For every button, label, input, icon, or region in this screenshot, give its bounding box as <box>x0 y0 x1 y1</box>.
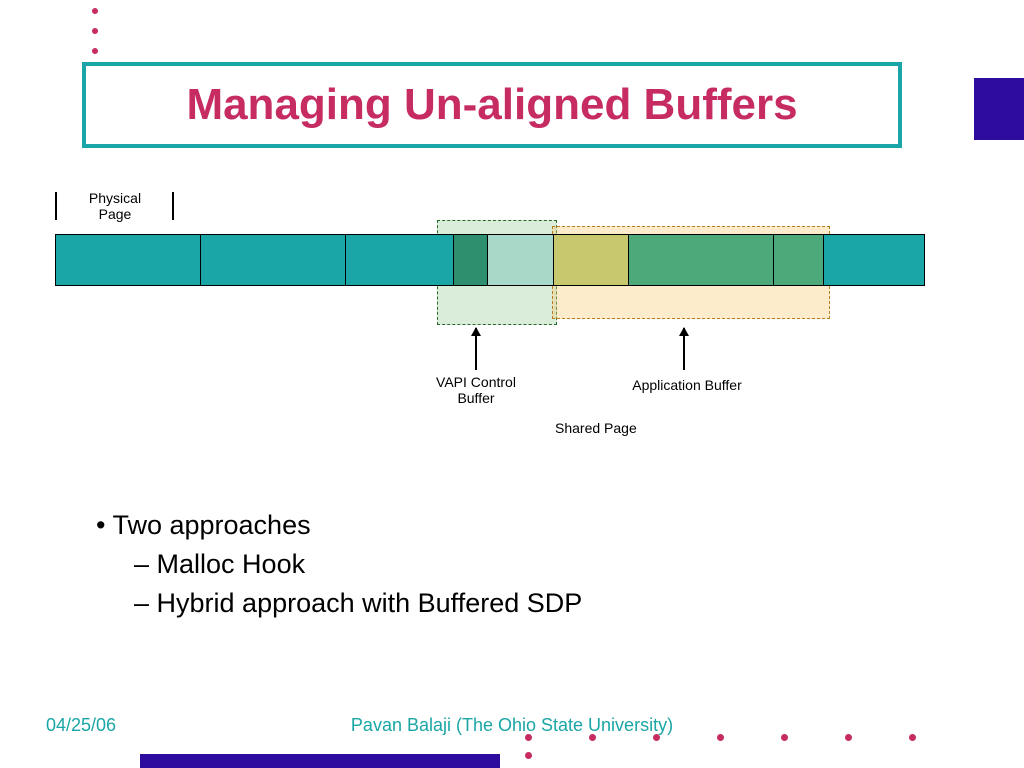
decor-footer-bar <box>140 754 500 768</box>
app-caption: Application Buffer <box>607 377 767 393</box>
vapi-seg <box>454 235 488 285</box>
decor-dots-bottom <box>525 728 1024 764</box>
bullet-list: Two approaches Malloc Hook Hybrid approa… <box>96 510 582 619</box>
vapi-seg <box>488 235 554 285</box>
page-seg <box>346 235 454 285</box>
bullet-sub: Malloc Hook <box>134 549 582 580</box>
shared-caption: Shared Page <box>555 420 695 436</box>
decor-dots-top <box>92 8 98 68</box>
bullet-sub: Hybrid approach with Buffered SDP <box>134 588 582 619</box>
bullet-main: Two approaches <box>96 510 582 541</box>
title-box: Managing Un-aligned Buffers <box>82 62 902 148</box>
physical-page-label: Physical Page <box>75 190 155 222</box>
decor-right-block <box>974 78 1024 140</box>
buffer-diagram: Physical Page VAPI Control Buffer Applic… <box>55 192 925 452</box>
arrow-vapi <box>475 328 477 370</box>
footer-date: 04/25/06 <box>46 715 116 736</box>
arrow-app <box>683 328 685 370</box>
memory-bar <box>55 234 925 286</box>
app-seg <box>629 235 774 285</box>
physical-page-tick-left <box>55 192 57 220</box>
slide-title: Managing Un-aligned Buffers <box>86 80 898 130</box>
page-seg <box>56 235 201 285</box>
vapi-caption: VAPI Control Buffer <box>427 374 525 406</box>
physical-page-tick-right <box>172 192 174 220</box>
app-seg <box>774 235 824 285</box>
page-seg <box>201 235 346 285</box>
page-seg <box>824 235 924 285</box>
shared-seg <box>554 235 629 285</box>
